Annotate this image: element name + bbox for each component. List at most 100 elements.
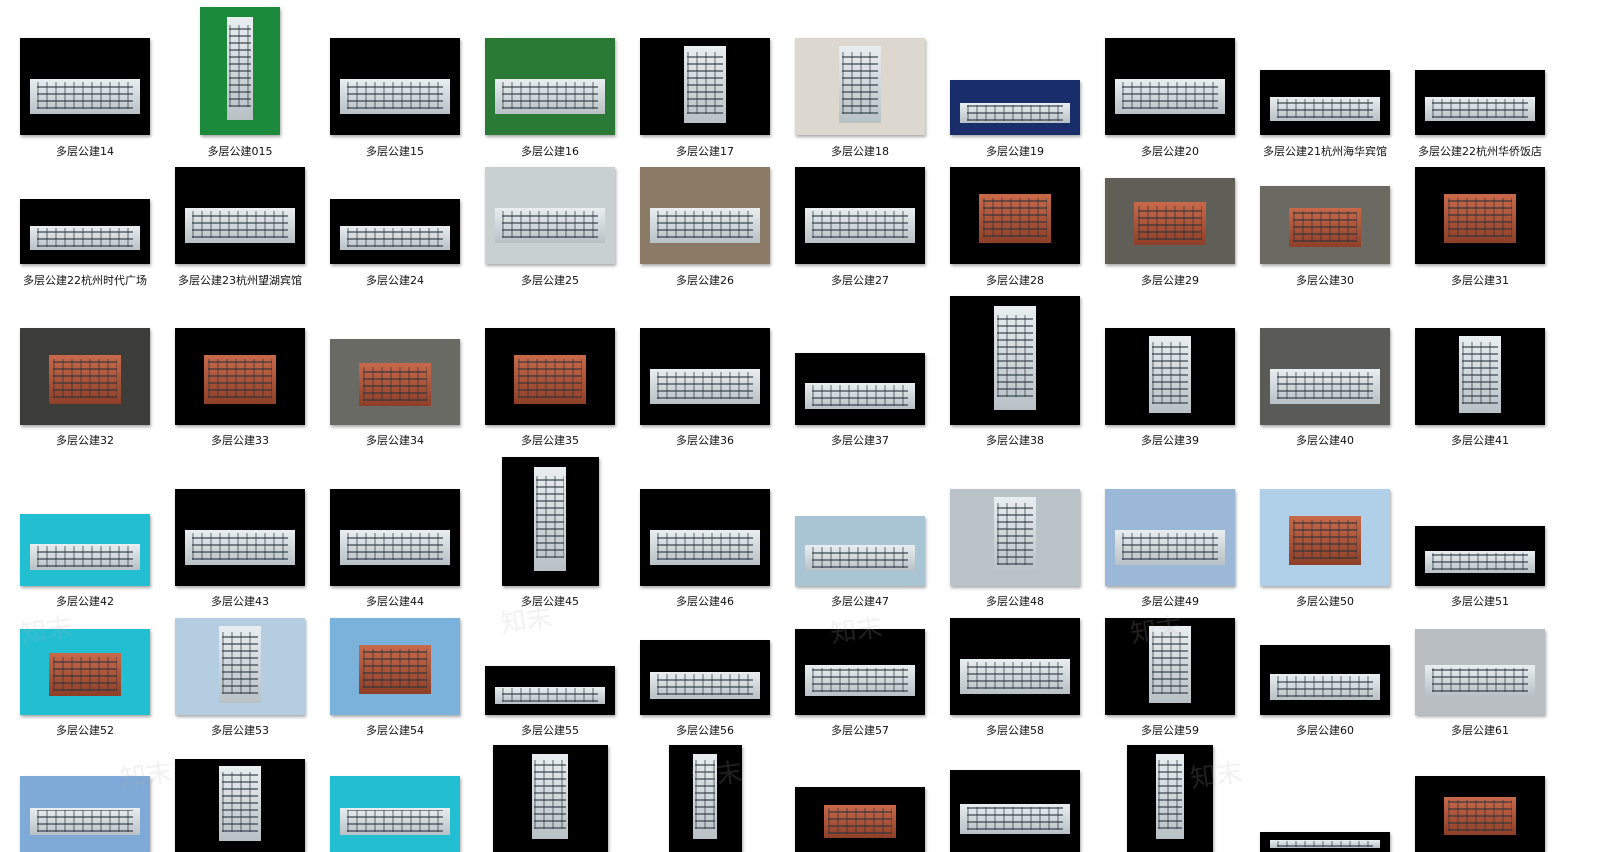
building-render [340,226,450,250]
building-render [1425,551,1535,573]
building-render [513,355,587,404]
building-render [1270,97,1380,121]
building-thumbnail[interactable] [20,514,150,586]
building-render [960,103,1070,123]
building-render [185,207,295,243]
building-thumbnail[interactable] [1105,178,1235,264]
building-thumbnail[interactable] [175,618,305,715]
building-thumbnail[interactable] [640,489,770,586]
building-thumbnail[interactable] [20,776,150,852]
building-thumbnail[interactable] [1415,70,1545,135]
building-render [30,807,140,836]
building-thumbnail[interactable] [330,199,460,264]
building-thumbnail[interactable] [200,7,280,135]
building-render [960,804,1070,834]
building-thumbnail[interactable] [950,80,1080,135]
building-thumbnail[interactable] [175,489,305,586]
building-thumbnail[interactable] [795,787,925,852]
building-thumbnail[interactable] [950,618,1080,715]
building-thumbnail[interactable] [795,516,925,586]
building-render [839,45,881,124]
building-render [978,194,1052,243]
thumbnail-caption: 多层公建31 [1451,274,1509,287]
thumbnail-caption: 多层公建22杭州华侨饭店 [1418,145,1542,158]
building-thumbnail[interactable] [1415,776,1545,852]
building-render [30,78,140,114]
building-render [48,355,122,404]
building-thumbnail[interactable] [175,328,305,425]
building-thumbnail[interactable] [640,167,770,264]
building-thumbnail[interactable] [950,770,1080,852]
building-thumbnail[interactable] [175,759,305,852]
building-thumbnail[interactable] [501,457,599,586]
building-thumbnail[interactable] [950,489,1080,586]
building-thumbnail[interactable] [668,745,742,852]
building-thumbnail[interactable] [492,745,608,852]
building-thumbnail[interactable] [1260,186,1390,264]
building-thumbnail[interactable] [485,167,615,264]
building-render [495,78,605,114]
building-render [48,653,122,697]
building-thumbnail[interactable] [795,38,925,135]
building-thumbnail[interactable] [1105,618,1235,715]
building-thumbnail[interactable] [1105,489,1235,586]
building-render [960,658,1070,694]
building-thumbnail[interactable] [795,167,925,264]
building-thumbnail[interactable] [330,776,460,852]
building-thumbnail[interactable] [1260,832,1390,852]
building-thumbnail[interactable] [20,629,150,715]
building-thumbnail[interactable] [795,629,925,715]
building-thumbnail[interactable] [330,618,460,715]
building-thumbnail[interactable] [1415,526,1545,586]
building-render [340,78,450,114]
building-render [684,45,726,124]
building-render [1115,78,1225,114]
building-thumbnail[interactable] [20,199,150,264]
building-thumbnail[interactable] [330,339,460,425]
building-thumbnail[interactable] [330,489,460,586]
building-thumbnail[interactable] [1105,328,1235,425]
building-thumbnail[interactable] [1415,328,1545,425]
building-render [358,645,432,694]
building-render [994,496,1036,575]
building-thumbnail[interactable] [950,167,1080,264]
building-render [1270,840,1380,848]
building-thumbnail[interactable] [485,328,615,425]
building-thumbnail[interactable] [330,38,460,135]
building-thumbnail[interactable] [1260,645,1390,715]
building-render [1115,529,1225,565]
building-thumbnail[interactable] [1415,167,1545,264]
building-render [1270,368,1380,404]
building-render [203,355,277,404]
building-render [185,529,295,565]
building-thumbnail[interactable] [640,328,770,425]
building-render [805,665,915,697]
building-thumbnail[interactable] [175,167,305,264]
building-thumbnail[interactable] [1105,38,1235,135]
building-thumbnail[interactable] [485,38,615,135]
building-thumbnail[interactable] [20,38,150,135]
building-render [227,17,253,120]
building-render [219,625,261,704]
thumbnail-grid: 多层公建14 多层公建015 多层公建15 多层公建16 多层公建17 多层公建18 多层公… [0,0,1600,852]
building-thumbnail[interactable] [1260,489,1390,586]
building-thumbnail[interactable] [640,38,770,135]
building-thumbnail[interactable] [640,640,770,715]
building-thumbnail[interactable] [20,328,150,425]
building-thumbnail[interactable] [1260,328,1390,425]
building-render [30,226,140,250]
building-render [340,807,450,836]
building-thumbnail[interactable] [485,666,615,715]
building-thumbnail[interactable] [1415,629,1545,715]
building-thumbnail[interactable] [950,296,1080,425]
building-render [805,207,915,243]
building-thumbnail[interactable] [1260,70,1390,135]
building-render [805,545,915,571]
building-thumbnail[interactable] [1127,745,1213,852]
building-thumbnail[interactable] [795,353,925,425]
building-render [495,207,605,243]
building-render [823,805,897,838]
building-render [219,766,261,841]
building-render [1425,665,1535,697]
building-render [534,467,566,571]
